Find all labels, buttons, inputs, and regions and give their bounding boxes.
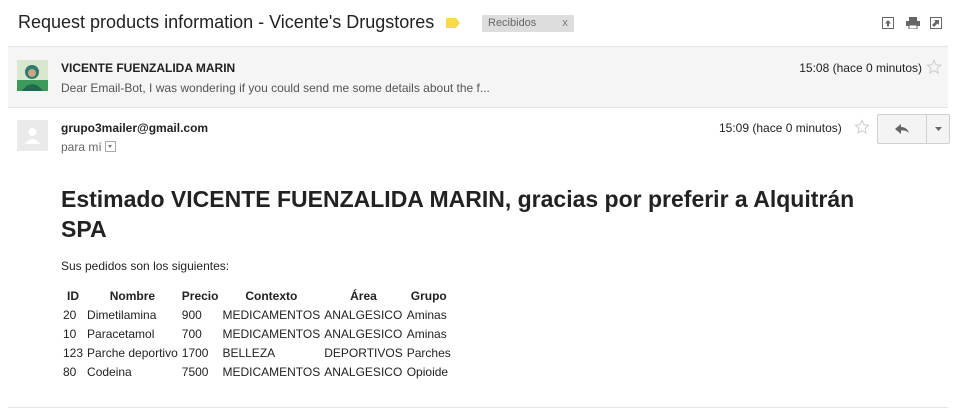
collapsed-message[interactable]: VICENTE FUENZALIDA MARIN Dear Email-Bot,…: [8, 46, 948, 108]
table-cell: Paracetamol: [87, 326, 155, 341]
table-cell: Dimetilamina: [87, 307, 157, 322]
chevron-down-icon: [935, 127, 942, 131]
reply-button[interactable]: [878, 115, 926, 143]
sender-name: VICENTE FUENZALIDA MARIN: [61, 61, 236, 75]
table-cell: 80: [63, 364, 77, 379]
reply-button-group: [877, 114, 950, 144]
table-cell: ANALGESICO: [324, 326, 403, 341]
message-time: 15:09 (hace 0 minutos): [719, 121, 842, 135]
remove-label-button[interactable]: x: [562, 17, 568, 29]
table-cell: DEPORTIVOS: [324, 345, 403, 360]
table-cell: ANALGESICO: [324, 307, 403, 322]
message-time: 15:08 (hace 0 minutos): [799, 61, 922, 75]
table-cell: Parche deportivo: [87, 345, 178, 360]
print-icon[interactable]: [906, 17, 920, 29]
star-icon[interactable]: [854, 119, 870, 140]
divider: [8, 407, 948, 408]
reply-icon: [895, 124, 909, 134]
table-cell: 1700: [181, 345, 209, 360]
expanded-message: grupo3mailer@gmail.com para mí 15:09 (ha…: [8, 108, 950, 408]
show-details-button[interactable]: [104, 141, 116, 152]
table-cell: 7500: [181, 364, 209, 379]
column-header: Área: [350, 288, 377, 303]
column-header: Grupo: [410, 288, 447, 303]
column-header: Nombre: [109, 288, 156, 303]
column-header: ID: [67, 288, 80, 303]
subject-bar: Request products information - Vicente's…: [0, 0, 956, 46]
column-header: Contexto: [245, 288, 298, 303]
table-cell: Codeina: [87, 364, 132, 379]
intro-text: Sus pedidos son los siguientes:: [61, 259, 230, 273]
table-cell: BELLEZA: [222, 345, 276, 360]
table-row: 20 Dimetilamina 900 MEDICAMENTOS ANALGES…: [61, 305, 453, 324]
new-window-icon[interactable]: [882, 17, 894, 29]
table-cell: 20: [63, 307, 77, 322]
recipient-line: para mí: [61, 140, 116, 154]
table-row: 123 Parche deportivo 1700 BELLEZA DEPORT…: [61, 343, 453, 362]
table-cell: 700: [181, 326, 202, 341]
table-cell: Aminas: [406, 326, 447, 341]
table-cell: MEDICAMENTOS: [222, 307, 321, 322]
star-icon[interactable]: [926, 59, 942, 80]
more-options-button[interactable]: [926, 115, 950, 143]
orders-table: ID Nombre Precio Contexto Área Grupo 20 …: [61, 286, 453, 381]
label-tag-icon[interactable]: [446, 18, 460, 28]
table-cell: 10: [63, 326, 77, 341]
table-header-row: ID Nombre Precio Contexto Área Grupo: [61, 286, 453, 305]
popout-icon[interactable]: [930, 17, 942, 29]
table-cell: Opioide: [406, 364, 449, 379]
table-row: 80 Codeina 7500 MEDICAMENTOS ANALGESICO …: [61, 362, 453, 381]
avatar: [17, 120, 48, 151]
table-cell: ANALGESICO: [324, 364, 403, 379]
table-cell: Parches: [406, 345, 451, 360]
label-chip-text: Recibidos: [488, 17, 537, 29]
table-cell: 123: [63, 345, 84, 360]
email-heading: Estimado VICENTE FUENZALIDA MARIN, graci…: [61, 186, 855, 242]
email-subject: Request products information - Vicente's…: [18, 12, 435, 32]
table-cell: MEDICAMENTOS: [222, 326, 321, 341]
table-cell: MEDICAMENTOS: [222, 364, 321, 379]
table-cell: Aminas: [406, 307, 447, 322]
recipient-text: para mí: [61, 140, 102, 154]
column-header: Precio: [181, 288, 219, 303]
label-chip-inbox[interactable]: Recibidos x: [482, 15, 574, 32]
table-cell: 900: [181, 307, 202, 322]
table-row: 10 Paracetamol 700 MEDICAMENTOS ANALGESI…: [61, 324, 453, 343]
sender-email: grupo3mailer@gmail.com: [61, 121, 209, 135]
avatar: [17, 60, 48, 91]
message-snippet: Dear Email-Bot, I was wondering if you c…: [61, 81, 490, 95]
